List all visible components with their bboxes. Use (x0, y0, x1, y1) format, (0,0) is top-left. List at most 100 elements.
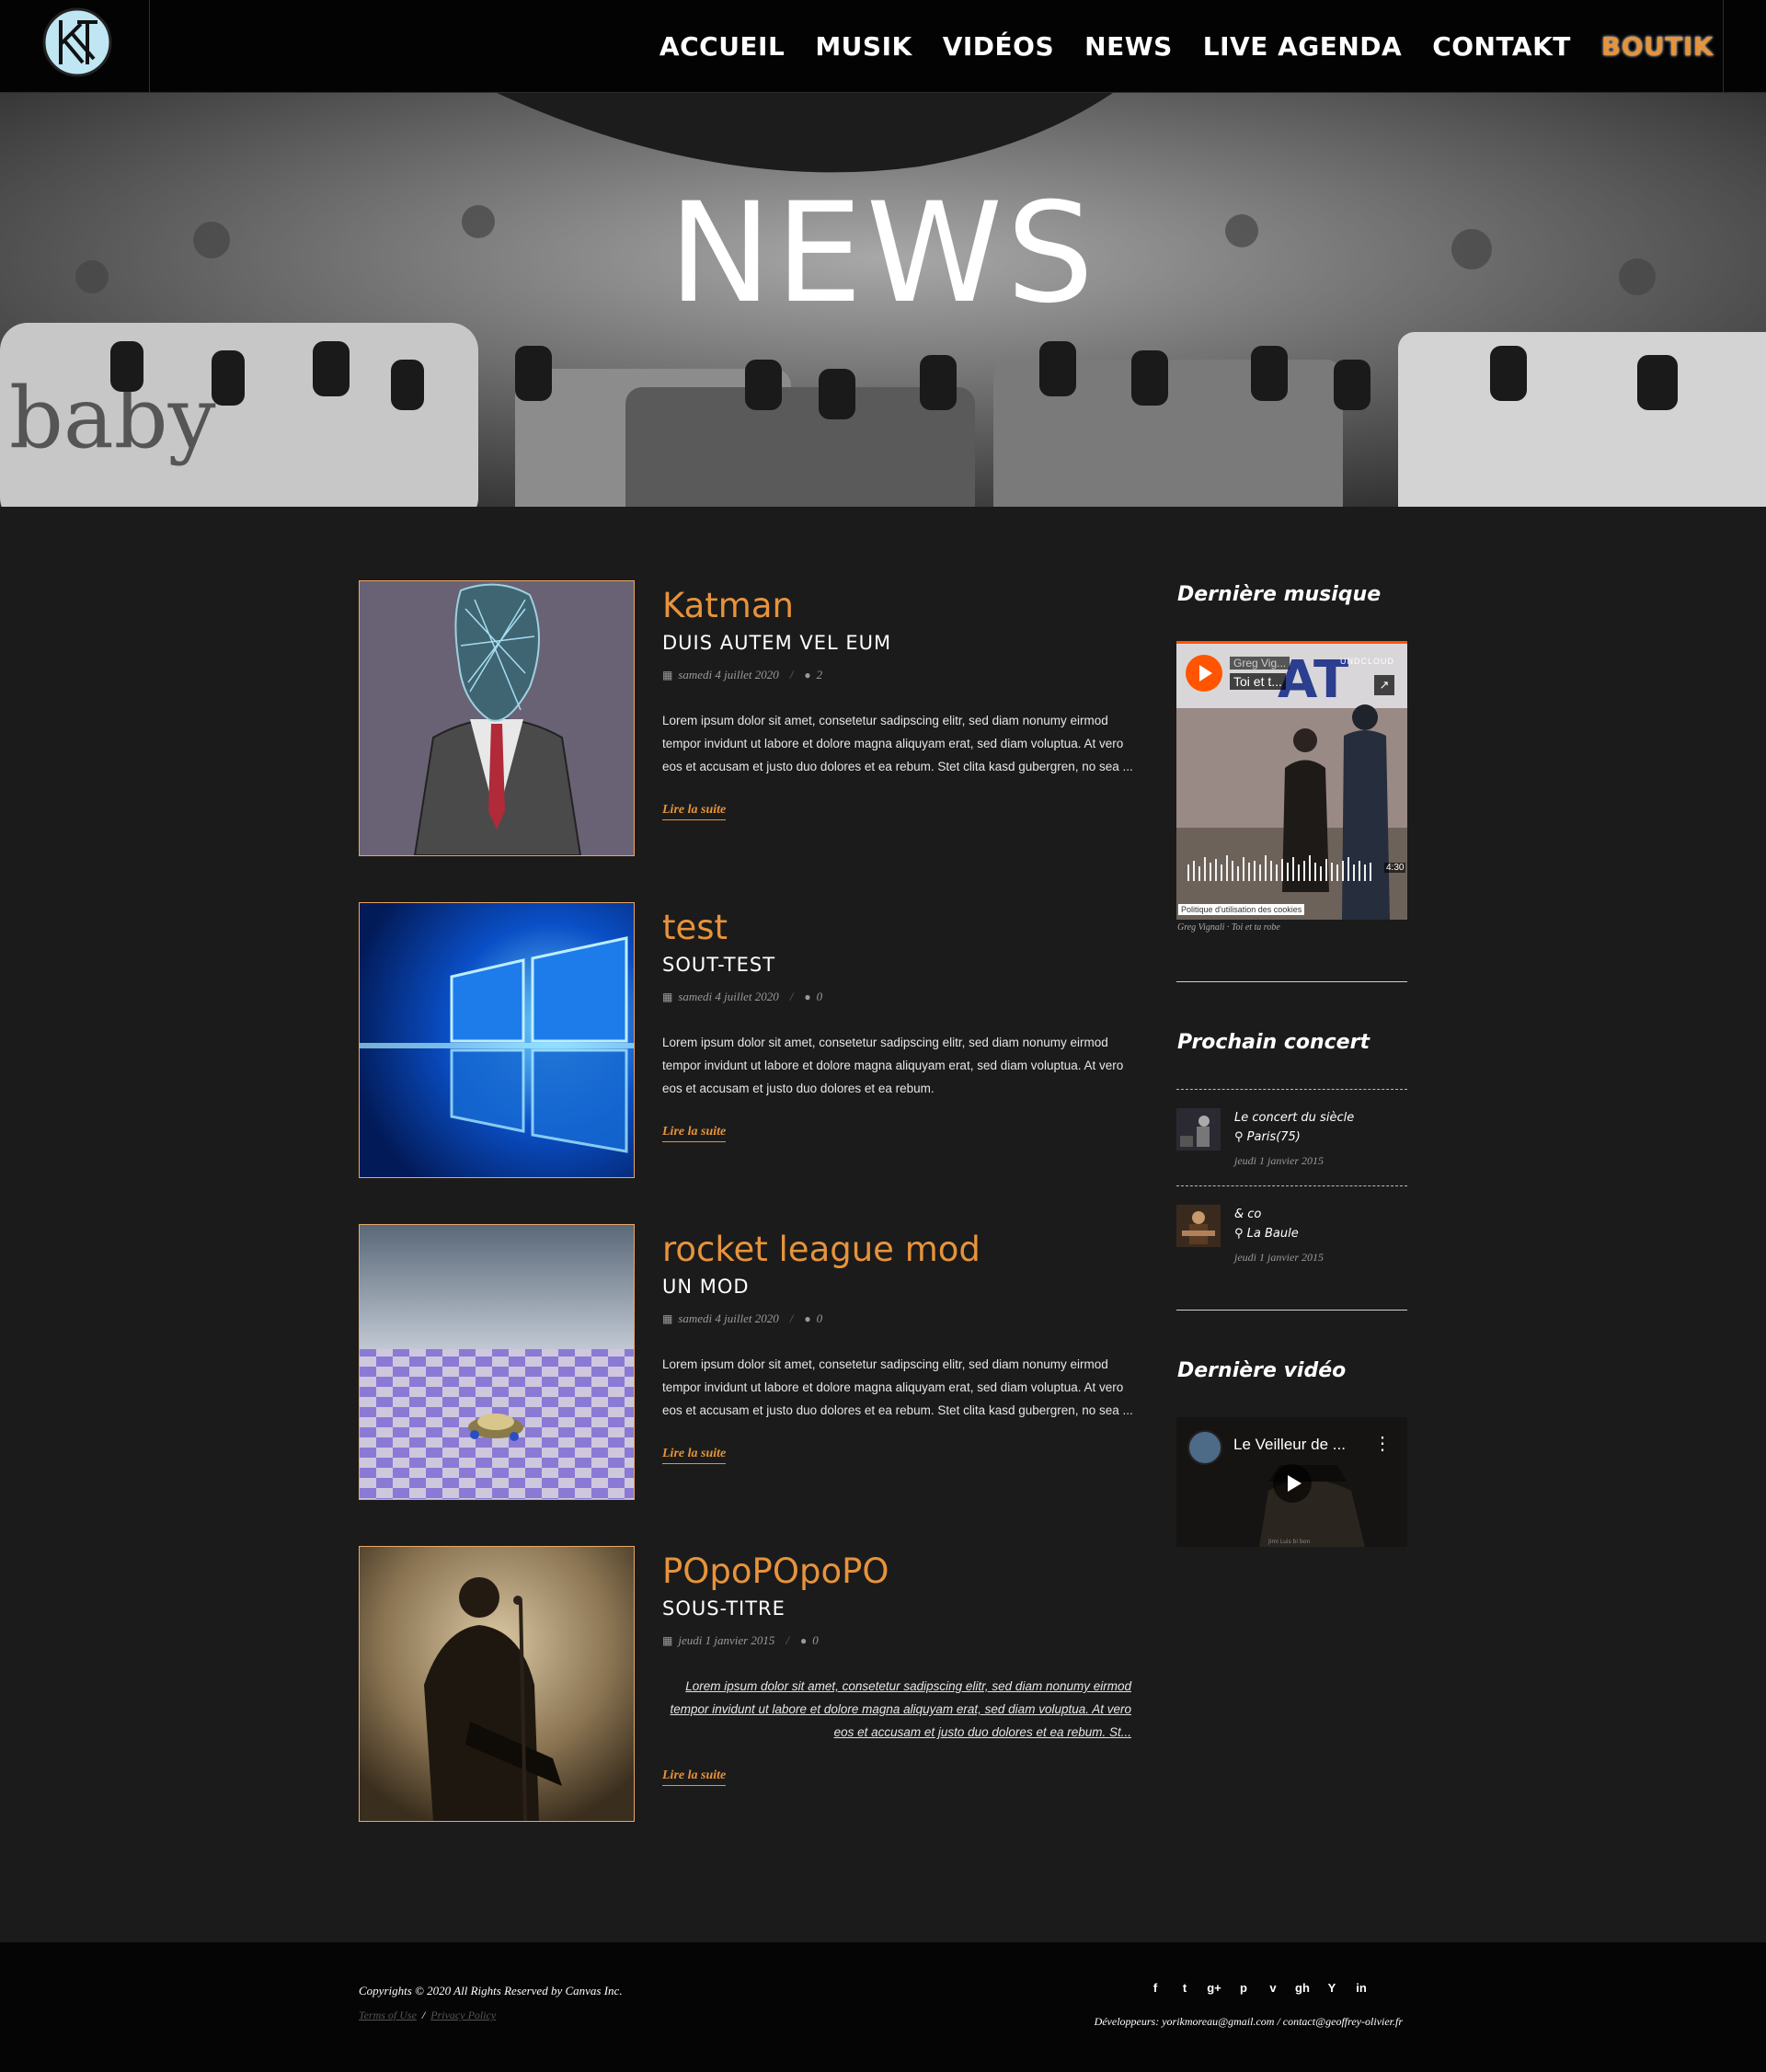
post-thumbnail[interactable] (359, 1546, 635, 1822)
post-date: jeudi 1 janvier 2015 (678, 1633, 775, 1647)
facebook-icon[interactable]: f (1141, 1981, 1170, 1995)
nav-musik[interactable]: MUSIK (815, 31, 912, 62)
site-footer: Copyrights © 2020 All Rights Reserved by… (0, 1942, 1766, 2072)
soundcloud-caption: Greg Vignali · Toi et ta robe (1177, 922, 1280, 933)
caption-separator: · (1226, 922, 1230, 933)
post-title[interactable]: POpoPOpoPO (662, 1551, 889, 1591)
post-date: samedi 4 juillet 2020 (678, 1311, 779, 1325)
yahoo-icon[interactable]: Y (1317, 1981, 1347, 1995)
soundcloud-track[interactable]: Toi et t... (1230, 673, 1286, 690)
post-comment-count[interactable]: 0 (817, 1311, 823, 1326)
calendar-icon: ▦ (662, 1633, 673, 1647)
soundcloud-player[interactable]: AT Greg Vig... Toi et t... UNDCLOUD ↗ 4:… (1176, 641, 1407, 920)
read-more-link[interactable]: Lire la suite (662, 1125, 727, 1142)
meta-separator: / (789, 990, 794, 1003)
comment-icon: ● (804, 990, 811, 1003)
soundcloud-artist[interactable]: Greg Vig... (1230, 657, 1290, 670)
nav-videos[interactable]: VIDÉOS (943, 31, 1054, 62)
read-more-link[interactable]: Lire la suite (662, 1447, 727, 1464)
concert-thumbnail[interactable] (1176, 1205, 1221, 1247)
post-comment-count[interactable]: 2 (817, 668, 823, 682)
pinterest-icon[interactable]: p (1229, 1981, 1258, 1995)
main-nav: ACCUEIL MUSIK VIDÉOS NEWS LIVE AGENDA CO… (629, 0, 1714, 92)
meta-separator: / (786, 1633, 790, 1647)
post-item: test SOUT-TEST ▦ samedi 4 juillet 2020 /… (359, 902, 1136, 1178)
more-options-icon[interactable]: ⋮ (1373, 1432, 1392, 1455)
post-thumbnail[interactable] (359, 580, 635, 856)
caption-track[interactable]: Toi et ta robe (1232, 922, 1280, 933)
video-title[interactable]: Le Veilleur de ... (1233, 1436, 1346, 1454)
nav-accueil[interactable]: ACCUEIL (659, 31, 785, 62)
dashed-divider (1176, 1089, 1407, 1090)
github-icon[interactable]: gh (1288, 1981, 1317, 1995)
post-meta: ▦ samedi 4 juillet 2020 / ● 2 (662, 668, 822, 682)
post-meta: ▦ samedi 4 juillet 2020 / ● 0 (662, 1311, 822, 1326)
post-thumbnail[interactable] (359, 1224, 635, 1500)
post-date: samedi 4 juillet 2020 (678, 668, 779, 681)
post-title[interactable]: test (662, 908, 728, 947)
nav-live-agenda[interactable]: LIVE AGENDA (1203, 31, 1402, 62)
concert-item[interactable]: & co ⚲ La Baule jeudi 1 janvier 2015 (1176, 1205, 1407, 1264)
footer-link-separator: / (421, 2009, 426, 2021)
concert-date: jeudi 1 janvier 2015 (1234, 1154, 1324, 1167)
video-play-button[interactable] (1273, 1464, 1312, 1503)
concert-thumbnail[interactable] (1176, 1108, 1221, 1150)
site-logo[interactable] (40, 6, 114, 79)
developers-label: Développeurs: (1094, 2015, 1160, 2028)
post-thumbnail[interactable] (359, 902, 635, 1178)
comment-icon: ● (804, 1311, 811, 1325)
read-more-link[interactable]: Lire la suite (662, 803, 727, 820)
vimeo-icon[interactable]: v (1258, 1981, 1288, 1995)
twitter-icon[interactable]: t (1170, 1981, 1199, 1995)
social-links: f t g+ p v gh Y in (1141, 1981, 1376, 1995)
dashed-divider (1176, 1185, 1407, 1186)
calendar-icon: ▦ (662, 668, 673, 681)
read-more-link[interactable]: Lire la suite (662, 1769, 727, 1786)
concert-name[interactable]: & co (1234, 1208, 1261, 1221)
post-item: POpoPOpoPO SOUS-TITRE ▦ jeudi 1 janvier … (359, 1546, 1136, 1822)
post-title[interactable]: rocket league mod (662, 1230, 980, 1269)
post-date: samedi 4 juillet 2020 (678, 990, 779, 1003)
post-item: Katman DUIS AUTEM VEL EUM ▦ samedi 4 jui… (359, 580, 1136, 856)
post-subtitle: DUIS AUTEM VEL EUM (662, 632, 892, 654)
channel-avatar[interactable] (1187, 1430, 1222, 1465)
sidebar-divider (1176, 1310, 1407, 1311)
sidebar-concert-heading: Prochain concert (1177, 1031, 1370, 1054)
post-excerpt: Lorem ipsum dolor sit amet, consetetur s… (662, 714, 1133, 773)
video-caption: Jimi Luis bi bon (1267, 1539, 1310, 1545)
concert-place-text: Paris(75) (1246, 1130, 1301, 1144)
share-icon[interactable]: ↗ (1374, 675, 1394, 695)
page-title: NEWS (668, 174, 1098, 334)
concert-date: jeudi 1 janvier 2015 (1234, 1251, 1324, 1264)
concert-place: ⚲ La Baule (1234, 1227, 1299, 1241)
nav-news[interactable]: NEWS (1084, 31, 1173, 62)
soundcloud-duration: 4:30 (1384, 863, 1406, 873)
concert-place: ⚲ Paris(75) (1234, 1130, 1301, 1144)
post-item: rocket league mod UN MOD ▦ samedi 4 juil… (359, 1224, 1136, 1500)
concert-item[interactable]: Le concert du siècle ⚲ Paris(75) jeudi 1… (1176, 1108, 1407, 1167)
nav-boutik[interactable]: BOUTIK (1601, 31, 1714, 62)
soundcloud-play-button[interactable] (1186, 655, 1222, 692)
post-comment-count[interactable]: 0 (817, 990, 823, 1004)
privacy-link[interactable]: Privacy Policy (430, 2009, 496, 2021)
google-plus-icon[interactable]: g+ (1199, 1981, 1229, 1995)
developers-emails[interactable]: yorikmoreau@gmail.com / contact@geoffrey… (1162, 2015, 1403, 2028)
map-marker-icon: ⚲ (1234, 1130, 1247, 1144)
post-excerpt: Lorem ipsum dolor sit amet, consetetur s… (662, 1036, 1124, 1095)
linkedin-icon[interactable]: in (1347, 1981, 1376, 1995)
youtube-player[interactable]: Jimi Luis bi bon Le Veilleur de ... ⋮ (1176, 1417, 1407, 1547)
concert-name[interactable]: Le concert du siècle (1234, 1111, 1354, 1125)
hero-banner: baby NEWS (0, 93, 1766, 507)
post-comment-count[interactable]: 0 (812, 1633, 819, 1648)
site-header: ACCUEIL MUSIK VIDÉOS NEWS LIVE AGENDA CO… (0, 0, 1766, 93)
meta-separator: / (789, 668, 794, 681)
cookie-policy-link[interactable]: Politique d'utilisation des cookies (1178, 904, 1305, 915)
post-title[interactable]: Katman (662, 586, 794, 625)
soundcloud-brand: UNDCLOUD (1340, 657, 1395, 666)
nav-contakt[interactable]: CONTAKT (1432, 31, 1571, 62)
sidebar-music-heading: Dernière musique (1177, 583, 1382, 606)
post-excerpt[interactable]: Lorem ipsum dolor sit amet, consetetur s… (662, 1675, 1131, 1744)
caption-artist[interactable]: Greg Vignali (1177, 922, 1224, 933)
terms-link[interactable]: Terms of Use (359, 2009, 417, 2021)
comment-icon: ● (804, 668, 811, 681)
